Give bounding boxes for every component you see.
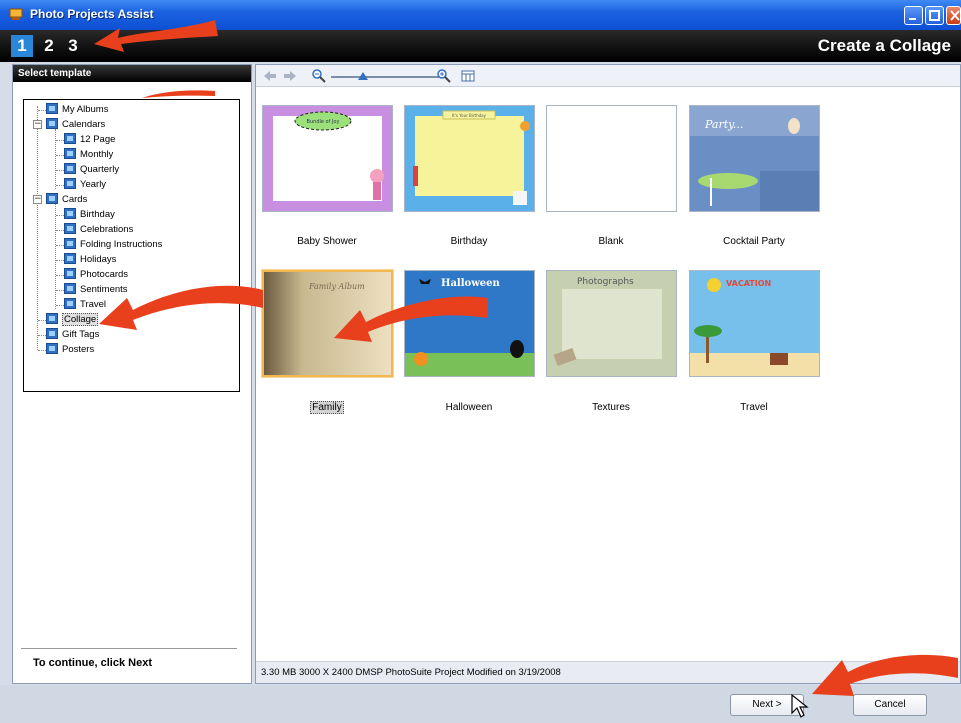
folder-icon (64, 268, 76, 279)
tree-item-posters[interactable]: Posters (46, 342, 94, 357)
folder-icon (64, 133, 76, 144)
tree-item-monthly[interactable]: Monthly (64, 147, 113, 162)
halloween-thumbnail: Halloween (405, 271, 534, 376)
wizard-footer: Next > Cancel (0, 685, 961, 723)
zoom-out-icon[interactable] (311, 68, 327, 84)
cancel-button[interactable]: Cancel (853, 694, 927, 716)
template-label-blank[interactable]: Blank (531, 236, 691, 247)
svg-text:Bundle of Joy: Bundle of Joy (307, 119, 340, 125)
gallery-toolbar (256, 65, 960, 87)
template-label-birthday[interactable]: Birthday (389, 236, 549, 247)
svg-text:Halloween: Halloween (441, 278, 501, 289)
tree-item-cards[interactable]: Cards (46, 192, 87, 207)
blank-thumbnail (547, 106, 676, 211)
window-title: Photo Projects Assist (30, 7, 154, 21)
template-thumb-travel[interactable]: VACATION (689, 270, 820, 377)
svg-text:Party...: Party... (704, 118, 743, 131)
collapse-icon[interactable]: − (33, 120, 42, 129)
divider (21, 648, 237, 649)
template-label-cocktail-party[interactable]: Cocktail Party (674, 236, 834, 247)
app-icon (9, 8, 23, 20)
tree-item-photocards[interactable]: Photocards (64, 267, 128, 282)
zoom-slider[interactable] (331, 76, 439, 78)
template-thumb-cocktail-party[interactable]: Party... (689, 105, 820, 212)
folder-icon (64, 298, 76, 309)
collapse-icon[interactable]: − (33, 195, 42, 204)
folder-icon (64, 253, 76, 264)
zoom-slider-thumb[interactable] (358, 72, 369, 80)
template-gallery-panel: Bundle of Joy It's Your Birthday Party..… (255, 64, 961, 684)
folder-icon (64, 208, 76, 219)
template-thumb-baby-shower[interactable]: Bundle of Joy (262, 105, 393, 212)
grid-view-icon[interactable] (460, 68, 476, 84)
folder-icon (64, 238, 76, 249)
folder-icon (46, 103, 58, 114)
tree-item-gift-tags[interactable]: Gift Tags (46, 327, 99, 342)
folder-icon (46, 343, 58, 354)
folder-icon (64, 163, 76, 174)
tree-item-celebrations[interactable]: Celebrations (64, 222, 133, 237)
folder-icon (64, 283, 76, 294)
step-title: Create a Collage (817, 36, 951, 55)
cocktail-party-thumbnail: Party... (690, 106, 819, 211)
template-thumb-birthday[interactable]: It's Your Birthday (404, 105, 535, 212)
folder-icon (46, 328, 58, 339)
tree-item-collage[interactable]: Collage (46, 312, 99, 327)
status-bar: 3.30 MB 3000 X 2400 DMSP PhotoSuite Proj… (256, 661, 960, 683)
svg-text:Photographs: Photographs (577, 277, 634, 287)
tree-item-calendars[interactable]: Calendars (46, 117, 105, 132)
folder-icon (64, 178, 76, 189)
folder-icon (46, 313, 58, 324)
tree-item-yearly[interactable]: Yearly (64, 177, 106, 192)
svg-text:Family Album: Family Album (308, 282, 365, 291)
tree-item-birthday[interactable]: Birthday (64, 207, 115, 222)
close-icon (950, 10, 960, 21)
family-thumbnail: Family Album (264, 272, 391, 375)
template-category-panel: Select template My Albums − Calendars 12… (12, 64, 252, 684)
continue-hint: To continue, click Next (33, 657, 152, 669)
baby-shower-thumbnail: Bundle of Joy (263, 106, 392, 211)
birthday-thumbnail: It's Your Birthday (405, 106, 534, 211)
template-label-baby-shower[interactable]: Baby Shower (247, 236, 407, 247)
tree-item-my-albums[interactable]: My Albums (46, 102, 108, 117)
textures-thumbnail: Photographs (547, 271, 676, 376)
folder-icon (46, 193, 58, 204)
zoom-in-icon[interactable] (436, 68, 452, 84)
close-button[interactable] (946, 6, 961, 25)
step-2-tab[interactable]: 2 (38, 35, 60, 57)
tree-item-travel[interactable]: Travel (64, 297, 106, 312)
travel-thumbnail: VACATION (690, 271, 819, 376)
panel-header: Select template (13, 65, 251, 82)
minimize-icon (909, 18, 916, 20)
folder-icon (64, 148, 76, 159)
forward-arrow-icon[interactable] (282, 68, 298, 84)
svg-text:It's Your Birthday: It's Your Birthday (452, 113, 487, 118)
tree-item-folding-instructions[interactable]: Folding Instructions (64, 237, 162, 252)
step-3-tab[interactable]: 3 (62, 35, 84, 57)
minimize-button[interactable] (904, 6, 923, 25)
category-tree[interactable]: My Albums − Calendars 12 Page Monthly Qu… (23, 99, 240, 392)
template-thumb-blank[interactable] (546, 105, 677, 212)
folder-icon (64, 223, 76, 234)
template-thumb-family[interactable]: Family Album (262, 270, 393, 377)
template-thumb-textures[interactable]: Photographs (546, 270, 677, 377)
template-label-halloween[interactable]: Halloween (389, 402, 549, 413)
step-bar: 1 2 3 Create a Collage (0, 30, 961, 62)
template-thumb-halloween[interactable]: Halloween (404, 270, 535, 377)
tree-item-holidays[interactable]: Holidays (64, 252, 116, 267)
template-label-travel[interactable]: Travel (674, 402, 834, 413)
maximize-button[interactable] (925, 6, 944, 25)
tree-item-quarterly[interactable]: Quarterly (64, 162, 119, 177)
folder-icon (46, 118, 58, 129)
svg-text:VACATION: VACATION (726, 279, 771, 288)
step-1-tab[interactable]: 1 (11, 35, 33, 57)
tree-item-12-page[interactable]: 12 Page (64, 132, 115, 147)
tree-item-sentiments[interactable]: Sentiments (64, 282, 128, 297)
maximize-icon (929, 10, 940, 21)
template-label-textures[interactable]: Textures (531, 402, 691, 413)
next-button[interactable]: Next > (730, 694, 804, 716)
title-bar: Photo Projects Assist (0, 0, 961, 30)
back-arrow-icon[interactable] (262, 68, 278, 84)
template-label-family[interactable]: Family (247, 401, 407, 414)
